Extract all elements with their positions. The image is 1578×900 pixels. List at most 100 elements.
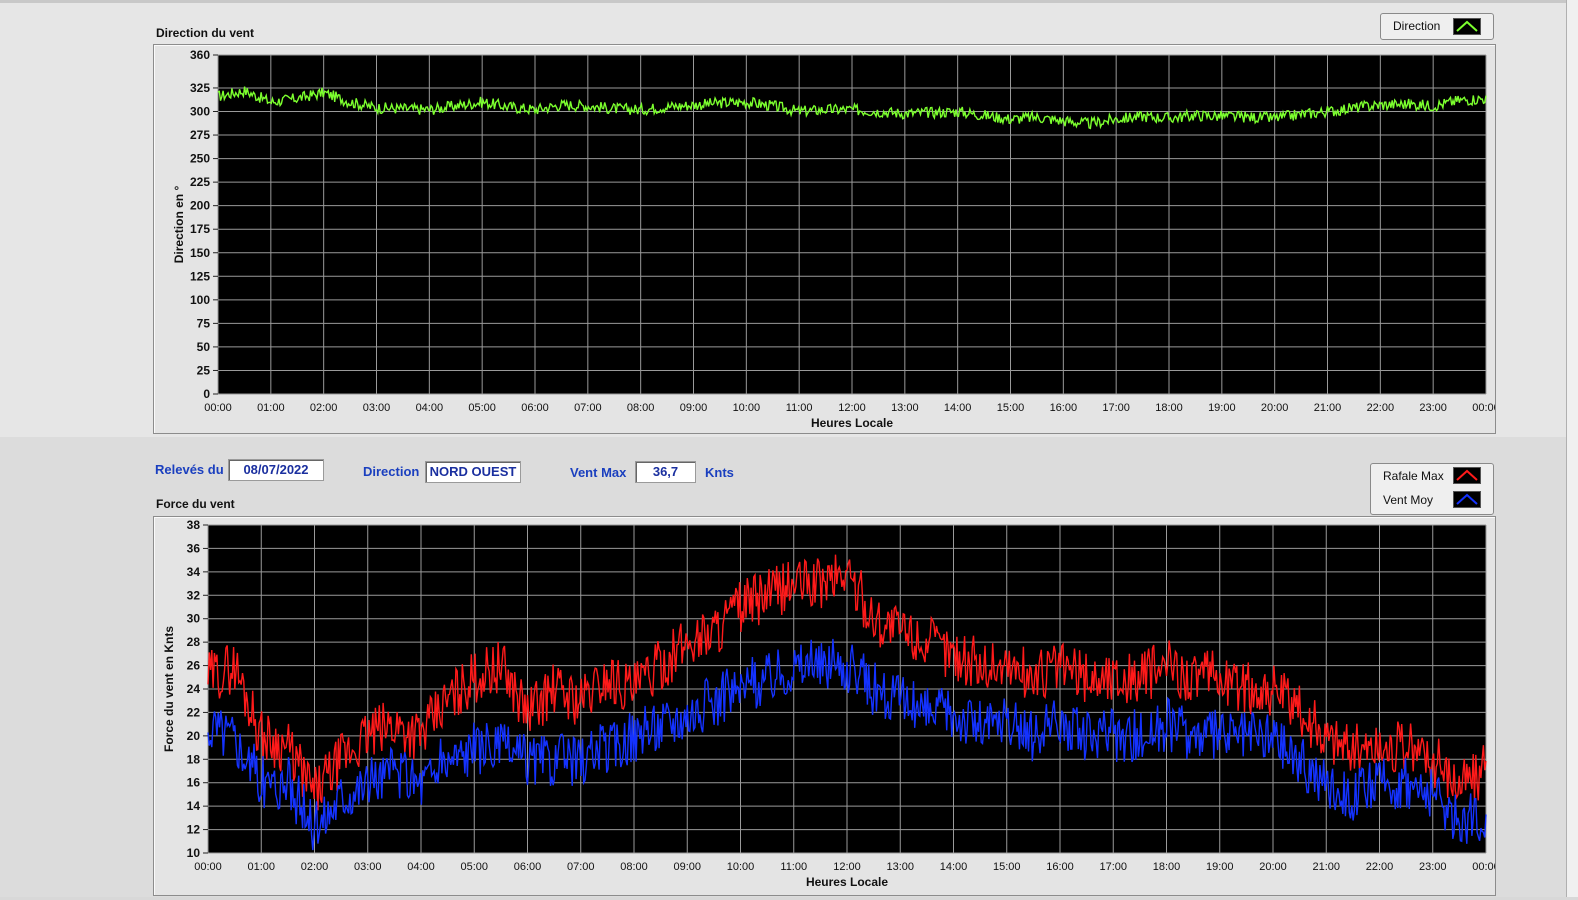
y-tick-label: 75	[197, 316, 211, 330]
x-tick-label: 12:00	[838, 402, 866, 414]
x-tick-label: 06:00	[521, 402, 549, 414]
x-tick-label: 11:00	[780, 861, 807, 873]
force-chart: 00:00 01:00 02:00 03:00 04:00 05:00 06:00 07:00…	[162, 518, 1500, 889]
x-tick-label: 01:00	[257, 402, 285, 414]
y-tick-label: 325	[190, 81, 210, 95]
y-tick-label: 100	[190, 293, 210, 307]
y-tick-label: 20	[187, 729, 201, 743]
y-tick-label: 250	[190, 152, 210, 166]
x-axis-label: Heures Locale	[811, 416, 893, 430]
y-tick-label: 22	[187, 705, 201, 719]
legend-item-direction: Direction	[1393, 19, 1441, 33]
legend-swatch-gust[interactable]	[1453, 467, 1481, 484]
legend-swatch-average[interactable]	[1453, 491, 1481, 508]
direction-label: Direction	[363, 464, 420, 479]
x-tick-label: 20:00	[1261, 402, 1289, 414]
x-tick-label: 17:00	[1102, 402, 1130, 414]
y-tick-label: 16	[187, 776, 201, 790]
y-tick-label: 360	[190, 48, 210, 62]
x-tick-label: 21:00	[1312, 861, 1340, 873]
x-tick-label: 22:00	[1367, 402, 1395, 414]
direction-chart-panel: 00:00 01:00 02:00 03:00 04:00 05:00 06:00 07:00…	[153, 44, 1500, 434]
date-field[interactable]: 08/07/2022	[228, 459, 324, 481]
y-tick-label: 34	[187, 565, 201, 579]
y-tick-label: 200	[190, 199, 210, 213]
x-tick-label: 10:00	[727, 861, 755, 873]
x-tick-label: 13:00	[891, 402, 919, 414]
x-tick-label: 15:00	[997, 402, 1025, 414]
x-tick-label: 23:00	[1419, 402, 1447, 414]
y-axis-label: Direction en °	[172, 186, 186, 264]
direction-field[interactable]: NORD OUEST	[425, 461, 521, 483]
x-tick-label: 21:00	[1314, 402, 1342, 414]
x-tick-label: 16:00	[1046, 861, 1074, 873]
x-tick-label: 14:00	[940, 861, 968, 873]
x-tick-label: 08:00	[627, 402, 655, 414]
y-tick-label: 28	[187, 635, 201, 649]
y-tick-label: 38	[187, 518, 201, 532]
x-tick-label: 17:00	[1099, 861, 1127, 873]
direction-legend[interactable]: Direction	[1380, 13, 1494, 40]
y-tick-label: 36	[187, 541, 201, 555]
y-tick-label: 32	[187, 588, 201, 602]
x-tick-label: 04:00	[416, 402, 444, 414]
scrollbar[interactable]	[1566, 0, 1578, 897]
x-tick-label: 01:00	[247, 861, 275, 873]
legend-item-average: Vent Moy	[1383, 493, 1434, 507]
max-wind-unit: Knts	[705, 465, 734, 480]
y-tick-label: 26	[187, 659, 201, 673]
x-tick-label: 08:00	[620, 861, 648, 873]
x-tick-label: 00:00	[194, 861, 222, 873]
x-tick-label: 02:00	[310, 402, 338, 414]
x-tick-label: 03:00	[363, 402, 391, 414]
force-chart-title: Force du vent	[156, 497, 235, 511]
x-tick-label: 22:00	[1366, 861, 1394, 873]
y-tick-label: 30	[187, 612, 201, 626]
x-tick-label: 04:00	[407, 861, 435, 873]
x-tick-label: 10:00	[733, 402, 761, 414]
y-tick-label: 0	[203, 387, 210, 401]
max-wind-label: Vent Max	[570, 465, 627, 480]
y-tick-label: 24	[187, 682, 201, 696]
y-tick-label: 10	[187, 846, 201, 860]
x-tick-label: 15:00	[993, 861, 1021, 873]
legend-swatch-direction[interactable]	[1453, 18, 1481, 35]
x-tick-label: 00:00	[204, 402, 232, 414]
y-tick-label: 275	[190, 128, 210, 142]
y-axis-label: Force du vent en Knts	[162, 626, 176, 752]
y-tick-label: 18	[187, 752, 201, 766]
x-tick-label: 23:00	[1419, 861, 1447, 873]
y-tick-label: 300	[190, 105, 210, 119]
y-tick-label: 175	[190, 222, 210, 236]
y-tick-label: 12	[187, 823, 201, 837]
force-chart-panel: 00:00 01:00 02:00 03:00 04:00 05:00 06:00 07:00…	[153, 516, 1500, 896]
x-tick-label: 02:00	[301, 861, 329, 873]
x-tick-label: 07:00	[567, 861, 595, 873]
x-tick-label: 03:00	[354, 861, 382, 873]
max-wind-field[interactable]: 36,7	[635, 461, 696, 483]
x-tick-label: 19:00	[1206, 861, 1234, 873]
force-legend[interactable]: Rafale Max Vent Moy	[1370, 463, 1494, 515]
x-tick-label: 00:00	[1472, 402, 1495, 414]
direction-chart: 00:00 01:00 02:00 03:00 04:00 05:00 06:00 07:00…	[172, 48, 1500, 430]
x-tick-label: 18:00	[1153, 861, 1181, 873]
x-axis-label: Heures Locale	[806, 875, 888, 889]
y-tick-label: 14	[187, 799, 201, 813]
y-tick-label: 125	[190, 269, 210, 283]
x-tick-label: 14:00	[944, 402, 972, 414]
x-tick-label: 18:00	[1155, 402, 1183, 414]
x-tick-label: 20:00	[1259, 861, 1287, 873]
x-tick-label: 12:00	[833, 861, 861, 873]
x-tick-label: 06:00	[514, 861, 542, 873]
y-tick-label: 50	[197, 340, 211, 354]
x-tick-label: 05:00	[468, 402, 496, 414]
x-tick-label: 05:00	[460, 861, 488, 873]
date-label: Relevés du	[155, 462, 224, 477]
y-tick-label: 150	[190, 246, 210, 260]
direction-chart-title: Direction du vent	[156, 26, 255, 40]
x-tick-label: 09:00	[680, 402, 708, 414]
y-tick-label: 25	[197, 363, 211, 377]
x-tick-label: 16:00	[1050, 402, 1078, 414]
x-tick-label: 07:00	[574, 402, 602, 414]
y-tick-label: 225	[190, 175, 210, 189]
